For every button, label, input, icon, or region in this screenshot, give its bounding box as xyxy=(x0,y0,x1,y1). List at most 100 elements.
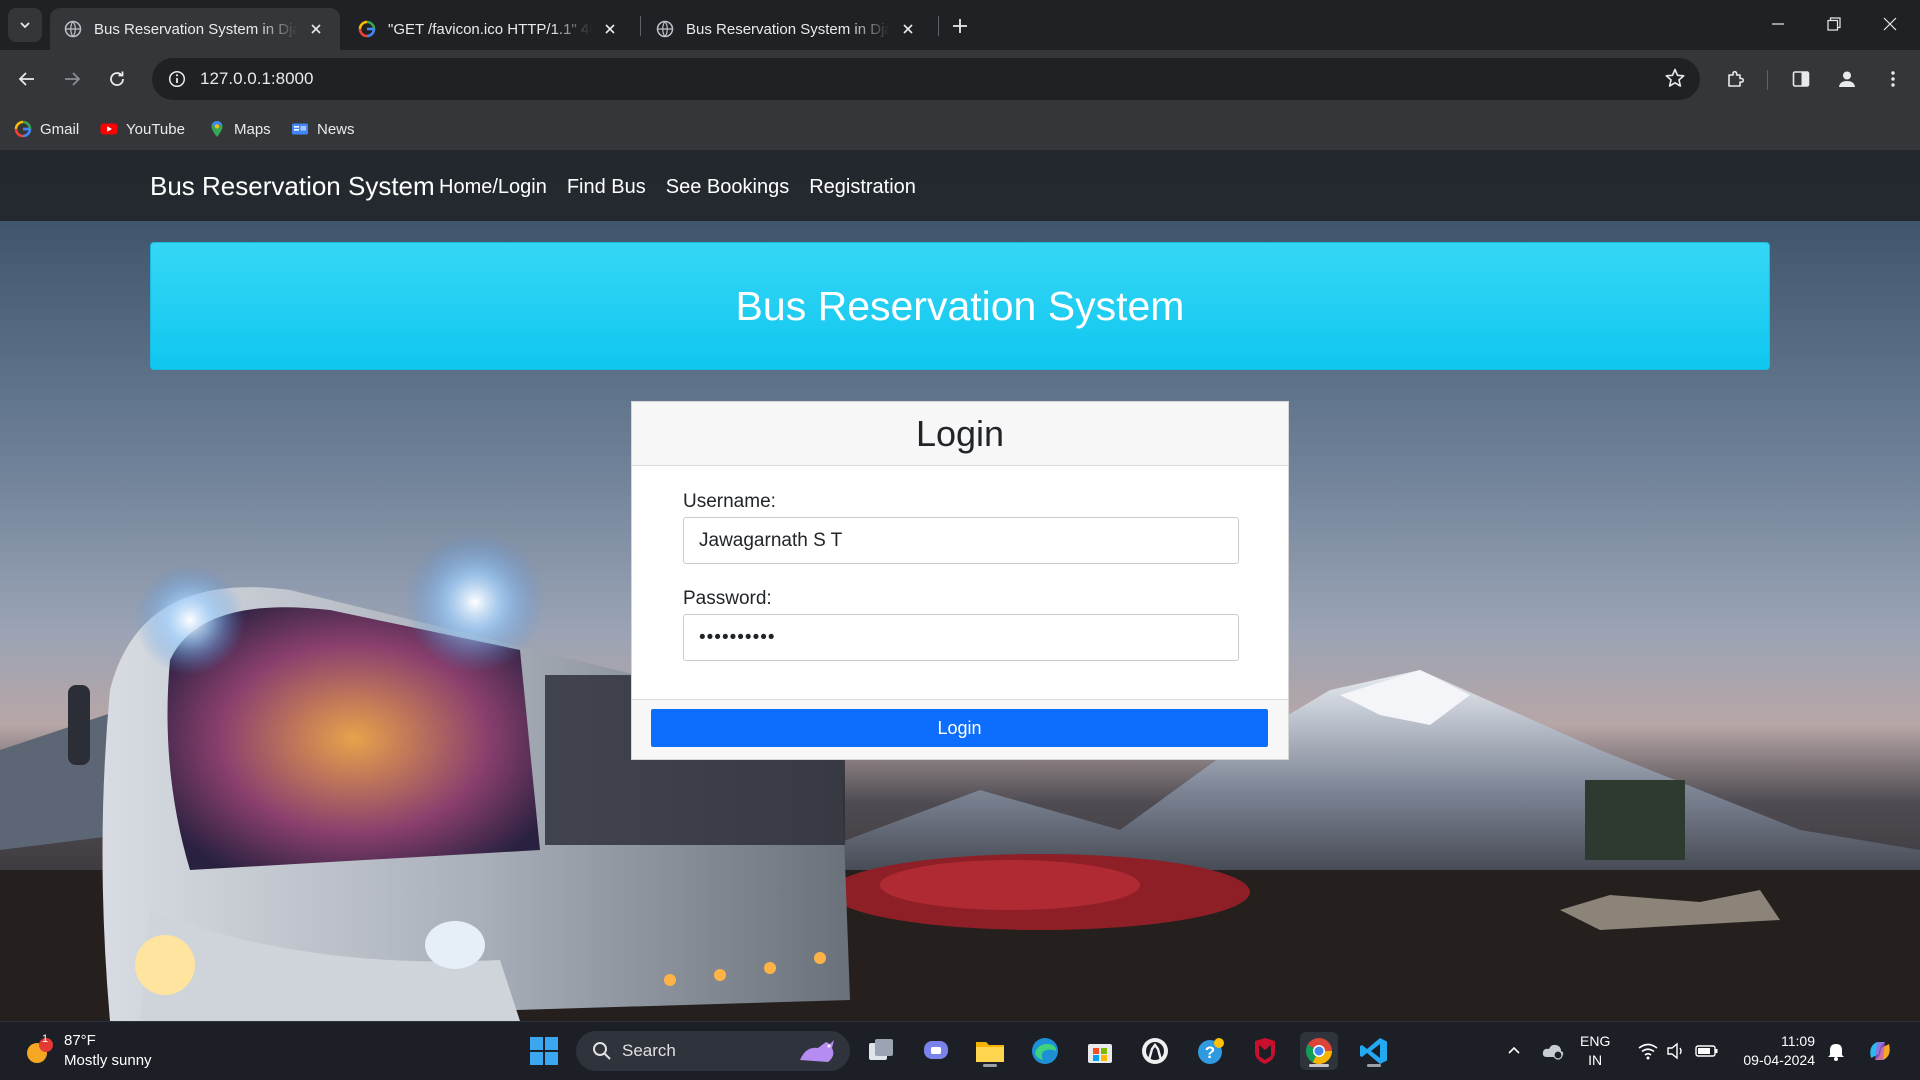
more-vertical-icon xyxy=(1891,71,1895,87)
weather-badge: 1 xyxy=(42,1033,49,1045)
bookmark-star-icon[interactable] xyxy=(1664,67,1686,94)
page-banner: Bus Reservation System xyxy=(150,242,1770,370)
chevron-down-icon xyxy=(20,22,30,29)
edge-app[interactable] xyxy=(1026,1032,1064,1070)
lang-primary: ENG xyxy=(1580,1033,1611,1049)
extensions-button[interactable] xyxy=(1717,61,1753,97)
close-tab-icon[interactable] xyxy=(600,19,620,39)
chat-icon xyxy=(924,1041,948,1059)
file-explorer-app[interactable] xyxy=(971,1032,1009,1070)
windows-icon xyxy=(530,1037,558,1065)
globe-icon xyxy=(656,20,674,38)
google-icon xyxy=(358,20,376,38)
network-tray[interactable] xyxy=(1634,1032,1662,1070)
tab-search-button[interactable] xyxy=(8,8,42,42)
arrow-left-icon xyxy=(18,72,34,86)
system-clock[interactable]: 11:09 09-04-2024 xyxy=(1735,1032,1815,1070)
tips-app[interactable]: ? xyxy=(1191,1032,1229,1070)
taskbar-search[interactable]: Search xyxy=(576,1031,850,1071)
close-tab-icon[interactable] xyxy=(898,19,918,39)
windows-taskbar: 1 87°F Mostly sunny Search ? ENG IN 11:0… xyxy=(0,1021,1920,1080)
profile-button[interactable] xyxy=(1829,61,1865,97)
tab-title: "GET /favicon.ico HTTP/1.1" 404 xyxy=(388,20,592,38)
bookmark-gmail[interactable]: Gmail xyxy=(14,116,79,142)
folder-icon xyxy=(976,1042,1004,1062)
bookmark-label: News xyxy=(317,120,355,138)
puzzle-icon xyxy=(1728,70,1745,87)
reload-button[interactable] xyxy=(99,61,135,97)
nav-link-home-login[interactable]: Home/Login xyxy=(439,176,547,199)
new-tab-button[interactable] xyxy=(946,12,974,40)
back-button[interactable] xyxy=(9,61,45,97)
battery-tray[interactable] xyxy=(1692,1032,1722,1070)
bell-icon xyxy=(1828,1044,1844,1061)
vscode-app[interactable] xyxy=(1355,1032,1393,1070)
bookmark-youtube[interactable]: YouTube xyxy=(100,116,185,142)
restore-button[interactable] xyxy=(1806,0,1862,48)
address-bar[interactable]: 127.0.0.1:8000 xyxy=(152,58,1700,100)
browser-tab-3[interactable]: Bus Reservation System in Django xyxy=(642,8,932,50)
show-hidden-icons-button[interactable] xyxy=(1500,1032,1528,1070)
wifi-icon xyxy=(1638,1043,1658,1060)
tab-separator xyxy=(938,16,939,36)
github-icon xyxy=(1142,1038,1168,1064)
language-indicator[interactable]: ENG IN xyxy=(1580,1032,1610,1070)
bookmark-news[interactable]: News xyxy=(291,116,355,142)
username-input[interactable] xyxy=(683,517,1239,564)
speaker-icon xyxy=(1667,1042,1682,1060)
browser-tab-2[interactable]: "GET /favicon.ico HTTP/1.1" 404 xyxy=(344,8,634,50)
bookmark-label: YouTube xyxy=(126,120,185,138)
notifications-button[interactable] xyxy=(1822,1032,1850,1070)
site-brand[interactable]: Bus Reservation System xyxy=(150,171,435,202)
github-app[interactable] xyxy=(1136,1032,1174,1070)
weather-desc: Mostly sunny xyxy=(64,1052,152,1069)
google-icon xyxy=(14,120,32,138)
task-view-button[interactable] xyxy=(862,1032,900,1070)
weather-widget[interactable]: 1 87°F Mostly sunny xyxy=(24,1031,152,1071)
minimize-icon xyxy=(1772,23,1784,25)
password-input[interactable] xyxy=(683,614,1239,661)
browser-tab-1[interactable]: Bus Reservation System in Django xyxy=(50,8,340,50)
menu-button[interactable] xyxy=(1875,61,1911,97)
site-nav-links: Home/Login Find Bus See Bookings Registr… xyxy=(439,176,916,199)
search-icon xyxy=(593,1042,611,1060)
chrome-app[interactable] xyxy=(1300,1032,1338,1070)
minimize-button[interactable] xyxy=(1750,0,1806,48)
teams-app[interactable] xyxy=(917,1032,955,1070)
nav-link-registration[interactable]: Registration xyxy=(809,176,916,199)
unicorn-icon xyxy=(800,1040,834,1062)
running-indicator xyxy=(1367,1064,1381,1067)
vscode-icon xyxy=(1360,1038,1387,1064)
side-panel-button[interactable] xyxy=(1783,61,1819,97)
url-text[interactable]: 127.0.0.1:8000 xyxy=(200,69,313,89)
site-info-icon[interactable] xyxy=(156,58,198,100)
start-button[interactable] xyxy=(525,1032,563,1070)
login-button[interactable]: Login xyxy=(651,709,1268,747)
search-label: Search xyxy=(622,1041,676,1060)
browser-tab-strip: Bus Reservation System in Django "GET /f… xyxy=(0,0,1920,50)
close-window-button[interactable] xyxy=(1862,0,1918,48)
volume-tray[interactable] xyxy=(1662,1032,1690,1070)
cloud-icon xyxy=(1542,1044,1564,1060)
banner-title: Bus Reservation System xyxy=(735,282,1185,329)
toolbar-divider xyxy=(1767,70,1768,90)
chevron-up-icon xyxy=(1508,1046,1520,1054)
store-app[interactable] xyxy=(1081,1032,1119,1070)
nav-link-find-bus[interactable]: Find Bus xyxy=(567,176,646,199)
bookmarks-bar: Gmail YouTube Maps News xyxy=(0,108,1920,150)
task-view-icon xyxy=(869,1039,893,1060)
tab-title: Bus Reservation System in Django xyxy=(94,20,298,38)
copilot-icon xyxy=(1870,1042,1890,1060)
mcafee-app[interactable] xyxy=(1246,1032,1284,1070)
close-tab-icon[interactable] xyxy=(306,19,326,39)
copilot-button[interactable] xyxy=(1862,1032,1898,1070)
login-card: Login Username: Password: Login xyxy=(631,401,1289,760)
onedrive-tray[interactable] xyxy=(1538,1032,1568,1070)
login-heading: Login xyxy=(915,412,1005,454)
password-label: Password: xyxy=(683,588,772,609)
forward-button[interactable] xyxy=(54,61,90,97)
bookmark-maps[interactable]: Maps xyxy=(208,116,271,142)
plus-icon xyxy=(953,19,967,33)
nav-link-see-bookings[interactable]: See Bookings xyxy=(666,176,789,199)
clock-time: 11:09 xyxy=(1781,1033,1815,1049)
